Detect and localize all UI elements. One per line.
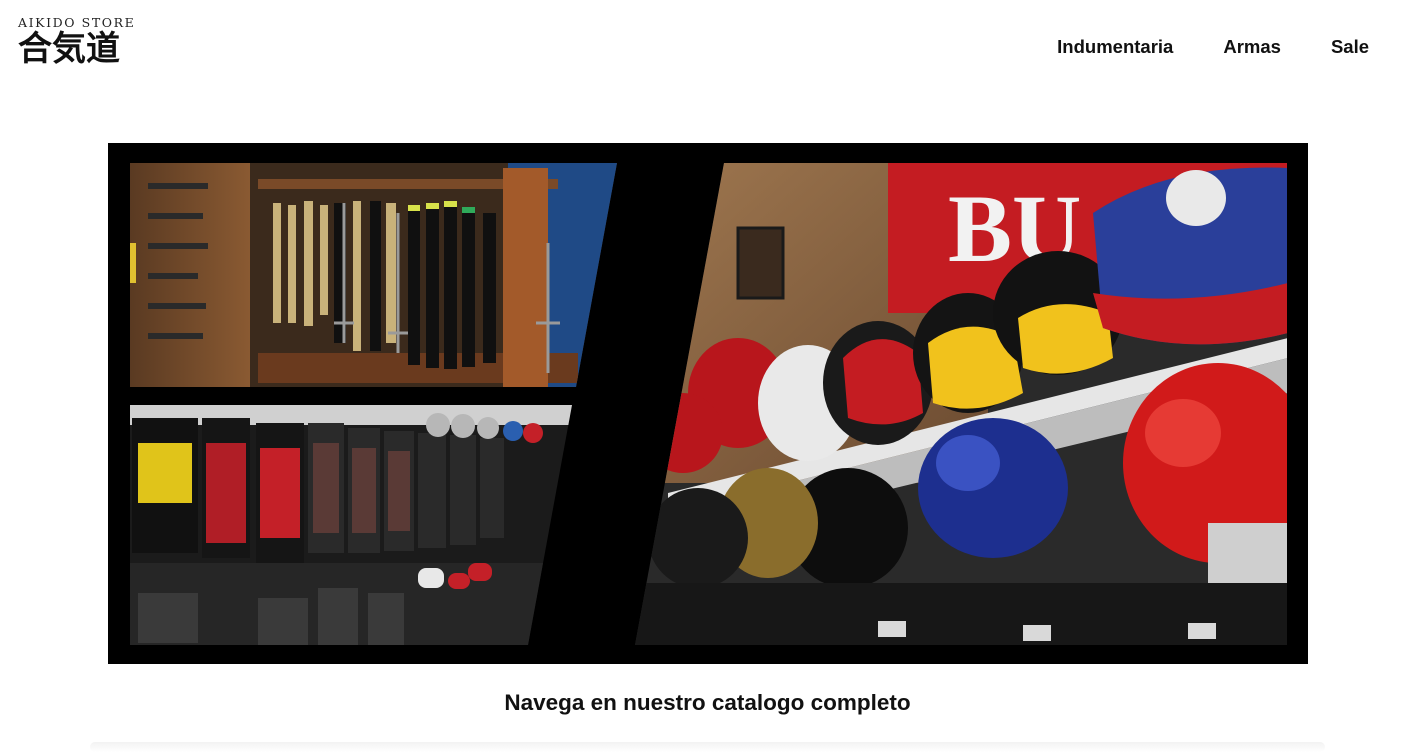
logo-wordmark: AIKIDO STORE bbox=[18, 15, 136, 30]
boxing-gloves-photo: BU bbox=[635, 163, 1287, 645]
hero-collage: BU bbox=[108, 143, 1308, 664]
nav-item-sale[interactable]: Sale bbox=[1331, 36, 1369, 58]
catalog-section-edge bbox=[90, 742, 1325, 752]
nav-item-indumentaria[interactable]: Indumentaria bbox=[1057, 36, 1173, 58]
main-nav: Indumentaria Armas Sale bbox=[1057, 36, 1369, 58]
gear-rack-photo bbox=[130, 405, 572, 645]
nav-item-armas[interactable]: Armas bbox=[1223, 36, 1281, 58]
catalog-heading: Navega en nuestro catalogo completo bbox=[504, 690, 911, 715]
weapons-wall-photo bbox=[130, 163, 617, 387]
site-header: AIKIDO STORE 合気道 Indumentaria Armas Sale bbox=[0, 0, 1415, 100]
logo-kanji: 合気道 bbox=[18, 29, 120, 69]
site-logo[interactable]: AIKIDO STORE 合気道 bbox=[18, 16, 138, 72]
hero-collage-graphic: BU bbox=[130, 163, 1287, 645]
